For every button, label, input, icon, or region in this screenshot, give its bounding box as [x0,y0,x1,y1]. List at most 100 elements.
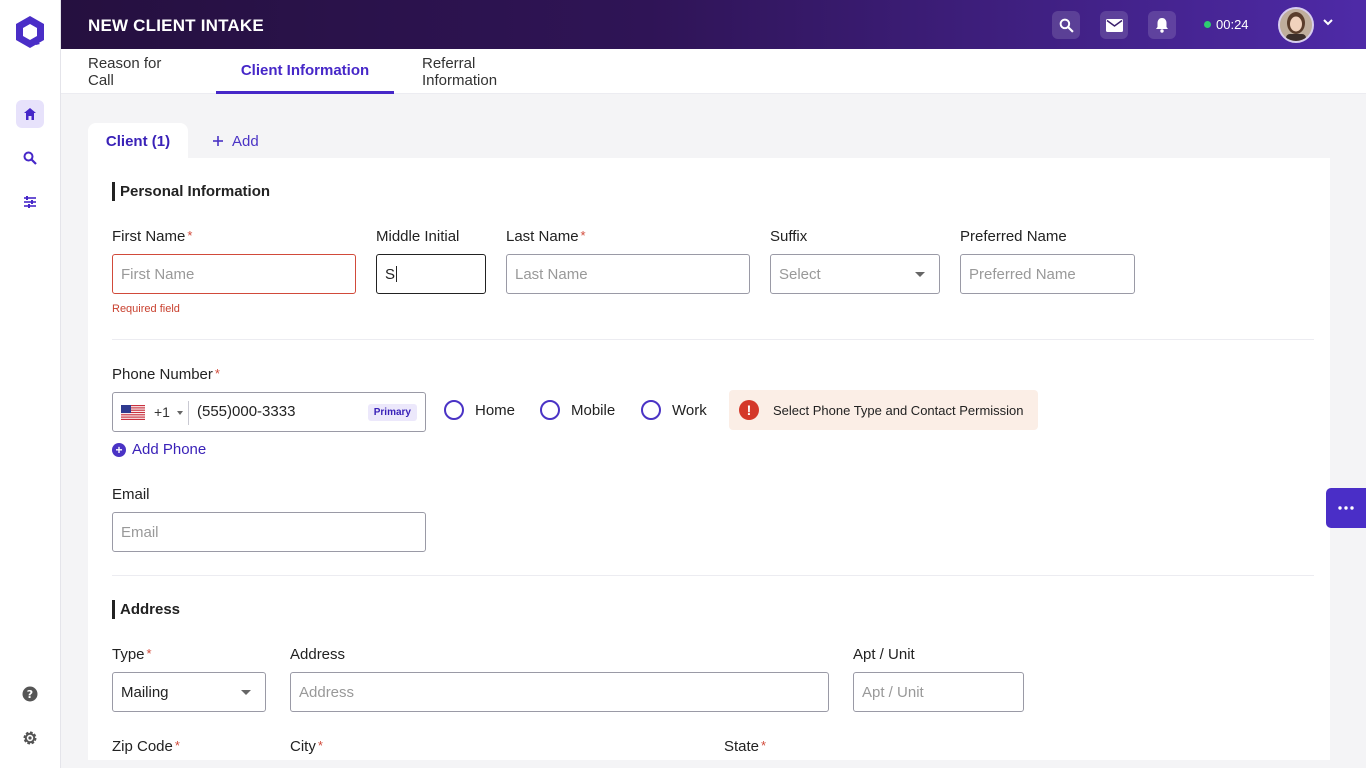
state-label: State * [724,738,766,755]
state-label-text: State [724,738,760,755]
address-type-value: Mailing [121,683,169,701]
search-icon [23,151,37,165]
more-options-button[interactable] [1326,488,1366,528]
intake-tabs: Reason for Call Client Information Refer… [61,49,1366,94]
address-type-label-text: Type [112,646,145,663]
required-marker: * [317,738,323,753]
preferred-name-label: Preferred Name [960,228,1067,245]
zip-code-label: Zip Code * [112,738,180,755]
last-name-placeholder: Last Name [515,265,588,283]
help-icon: ? [22,686,38,702]
add-phone-label: Add Phone [132,441,207,458]
phone-number-field[interactable]: +1 (555)000-3333 Primary [112,392,426,432]
phone-number-value: (555)000-3333 [197,403,296,420]
subtab-client[interactable]: Client (1) [88,123,188,159]
left-rail: ? [0,0,61,768]
phone-type-alert: ! Select Phone Type and Contact Permissi… [729,390,1038,430]
email-placeholder: Email [121,523,159,541]
timer-text: 00:24 [1216,17,1249,32]
avatar[interactable] [1278,7,1314,43]
exclamation-icon: ! [739,400,759,420]
phone-type-mobile-label: Mobile [571,401,616,419]
messages-button[interactable] [1100,11,1128,39]
plus-circle-icon: + [112,442,126,457]
search-icon [1059,18,1074,33]
first-name-field[interactable]: First Name [112,254,356,294]
city-label: City * [290,738,323,755]
phone-number-label-text: Phone Number [112,366,213,383]
more-icon [1338,506,1354,510]
tab-client-information[interactable]: Client Information [216,49,394,94]
required-marker: * [761,738,767,753]
phone-type-alert-text: Select Phone Type and Contact Permission [773,402,1024,418]
last-name-label-text: Last Name [506,228,579,245]
suffix-select[interactable]: Select [770,254,940,294]
mail-icon [1105,18,1123,32]
help-button[interactable]: ? [16,680,44,708]
add-client-button[interactable]: Add [212,123,259,159]
add-phone-button[interactable]: + Add Phone [112,441,206,458]
section-divider [112,339,1314,340]
country-code[interactable]: +1 [154,404,170,420]
zip-code-label-text: Zip Code [112,738,173,755]
user-avatar-icon [1280,9,1312,41]
middle-initial-field[interactable]: S [376,254,486,294]
phone-type-mobile-radio[interactable]: Mobile [540,400,615,420]
plus-icon [213,136,223,146]
first-name-error: Required field [112,303,180,315]
tab-referral-information[interactable]: Referral Information [422,49,553,94]
required-marker: * [146,646,152,661]
us-flag-icon [121,405,145,420]
phone-type-home-radio[interactable]: Home [444,400,515,420]
city-label-text: City [290,738,316,755]
bell-icon [1156,18,1168,33]
preferred-name-field[interactable]: Preferred Name [960,254,1135,294]
section-title-personal: Personal Information [112,182,270,201]
nav-home-button[interactable] [16,100,44,128]
tab-reason-for-call[interactable]: Reason for Call [88,49,188,94]
suffix-placeholder: Select [779,265,821,283]
first-name-label: First Name * [112,228,192,245]
apt-unit-placeholder: Apt / Unit [862,683,924,701]
apt-unit-field[interactable]: Apt / Unit [853,672,1024,712]
radio-circle[interactable] [540,400,560,420]
middle-initial-value: S [385,265,396,283]
address-label: Address [290,646,346,663]
status-dot-icon [1204,21,1211,28]
notifications-button[interactable] [1148,11,1176,39]
phone-separator [188,401,189,425]
radio-circle[interactable] [641,400,661,420]
email-label: Email [112,486,150,503]
phone-type-work-label: Work [672,401,707,419]
primary-badge: Primary [367,404,417,421]
address-type-select[interactable]: Mailing [112,672,266,712]
country-dropdown-icon[interactable] [177,411,183,415]
last-name-field[interactable]: Last Name [506,254,750,294]
nav-filters-button[interactable] [16,188,44,216]
phone-type-work-radio[interactable]: Work [641,400,707,420]
call-timer: 00:24 [1204,17,1249,32]
svg-text:?: ? [27,688,33,701]
chevron-down-icon[interactable] [1322,16,1334,28]
phone-type-home-label: Home [475,401,516,419]
global-search-button[interactable] [1052,11,1080,39]
last-name-label: Last Name * [506,228,586,245]
address-placeholder: Address [299,683,355,701]
settings-button[interactable] [16,724,44,752]
radio-circle[interactable] [444,400,464,420]
email-field[interactable]: Email [112,512,426,552]
app-title: NEW CLIENT INTAKE [88,16,264,35]
dropdown-arrow-icon [241,690,251,695]
required-marker: * [580,228,586,243]
sliders-icon [24,196,36,208]
required-marker: * [214,366,220,381]
hexagon-logo-icon[interactable] [12,14,48,50]
first-name-label-text: First Name [112,228,186,245]
gear-icon [23,731,37,745]
apt-unit-label: Apt / Unit [853,646,915,663]
middle-initial-label: Middle Initial [376,228,460,245]
text-caret [396,266,398,282]
nav-search-button[interactable] [16,144,44,172]
address-field[interactable]: Address [290,672,829,712]
top-bar: NEW CLIENT INTAKE 00:24 [61,0,1366,49]
